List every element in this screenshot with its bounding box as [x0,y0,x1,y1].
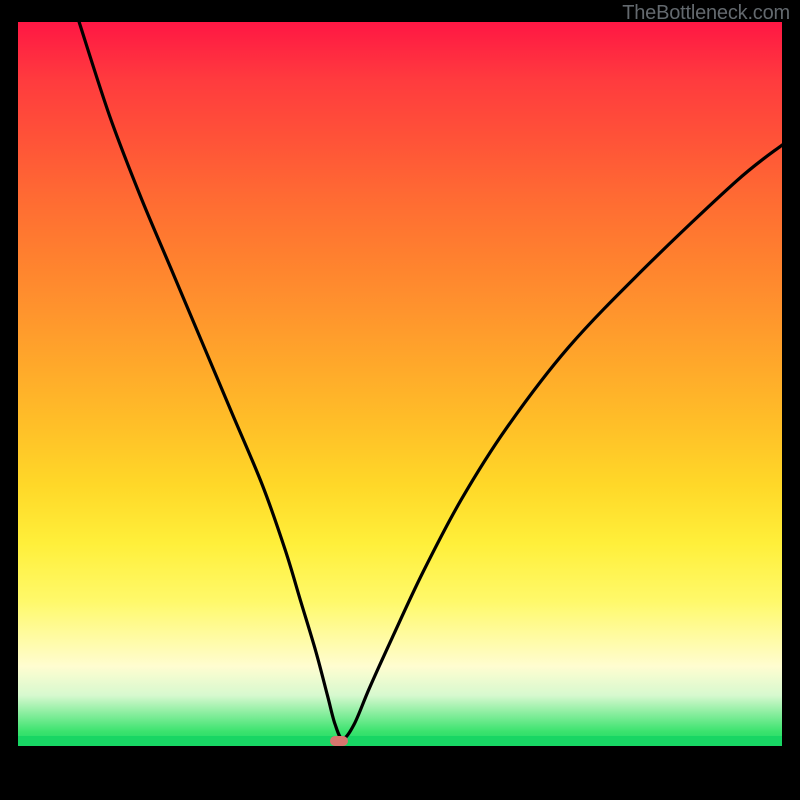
chart-bottom-border [18,746,782,782]
optimal-point-marker [330,736,348,746]
bottleneck-curve [18,22,782,746]
chart-frame [18,22,782,782]
